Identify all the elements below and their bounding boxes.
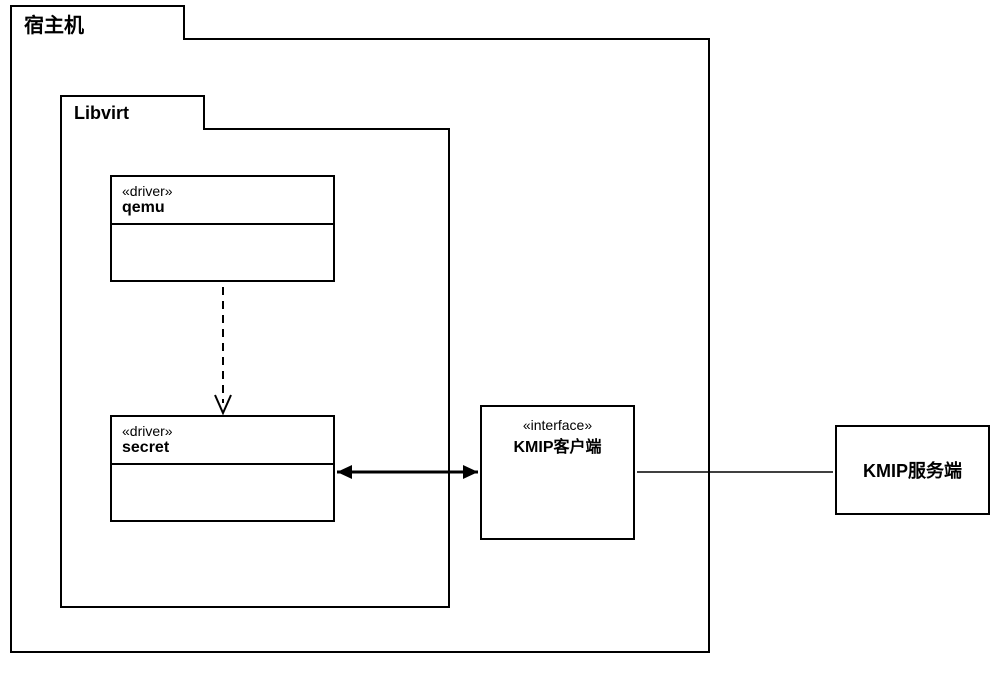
qemu-stereotype: «driver» bbox=[122, 183, 323, 199]
qemu-component: «driver» qemu bbox=[110, 175, 335, 282]
secret-component: «driver» secret bbox=[110, 415, 335, 522]
kmip-server-name: KMIP服务端 bbox=[863, 457, 962, 483]
libvirt-package-tab: Libvirt bbox=[60, 95, 205, 130]
qemu-header: «driver» qemu bbox=[112, 177, 333, 225]
secret-header: «driver» secret bbox=[112, 417, 333, 465]
kmip-client-component: «interface» KMIP客户端 bbox=[480, 405, 635, 540]
libvirt-label: Libvirt bbox=[74, 103, 129, 124]
host-package-tab: 宿主机 bbox=[10, 5, 185, 40]
qemu-body bbox=[112, 225, 333, 280]
secret-body bbox=[112, 465, 333, 520]
qemu-name: qemu bbox=[122, 199, 323, 217]
secret-stereotype: «driver» bbox=[122, 423, 323, 439]
kmip-server-component: KMIP服务端 bbox=[835, 425, 990, 515]
host-label: 宿主机 bbox=[24, 9, 84, 38]
kmip-client-stereotype: «interface» bbox=[492, 417, 623, 433]
kmip-client-name: KMIP客户端 bbox=[492, 433, 623, 457]
secret-name: secret bbox=[122, 439, 323, 457]
